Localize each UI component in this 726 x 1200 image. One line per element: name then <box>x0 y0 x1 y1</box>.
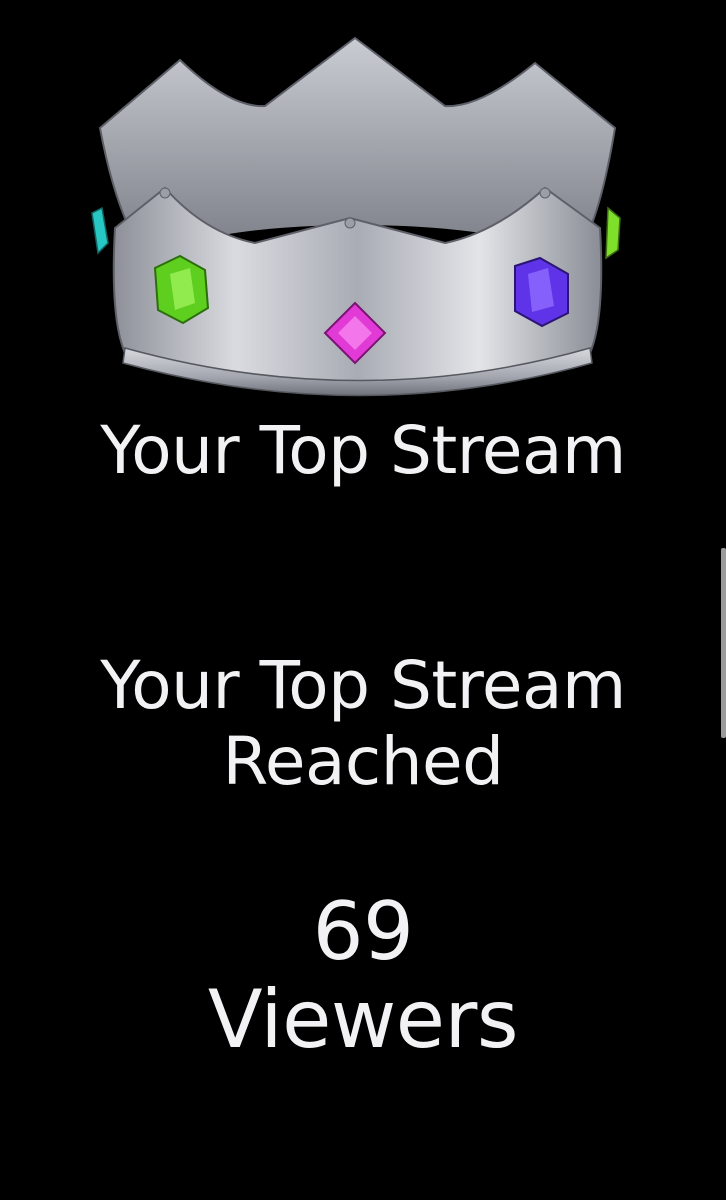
recap-screen: Your Top Stream Your Top Stream Reached … <box>0 0 726 1200</box>
viewer-count: 69 <box>312 885 414 978</box>
crown-icon <box>91 36 621 397</box>
caption-line-2: Reached <box>222 723 504 800</box>
viewer-stat: 69 Viewers <box>0 888 726 1064</box>
teal-gem <box>91 206 109 255</box>
viewer-unit: Viewers <box>207 973 519 1066</box>
lime-gem <box>605 206 621 260</box>
caption-line-1: Your Top Stream <box>100 647 626 724</box>
top-stream-caption: Your Top Stream Reached <box>0 648 726 800</box>
scroll-indicator[interactable] <box>721 548 726 738</box>
page-title: Your Top Stream <box>100 412 626 489</box>
